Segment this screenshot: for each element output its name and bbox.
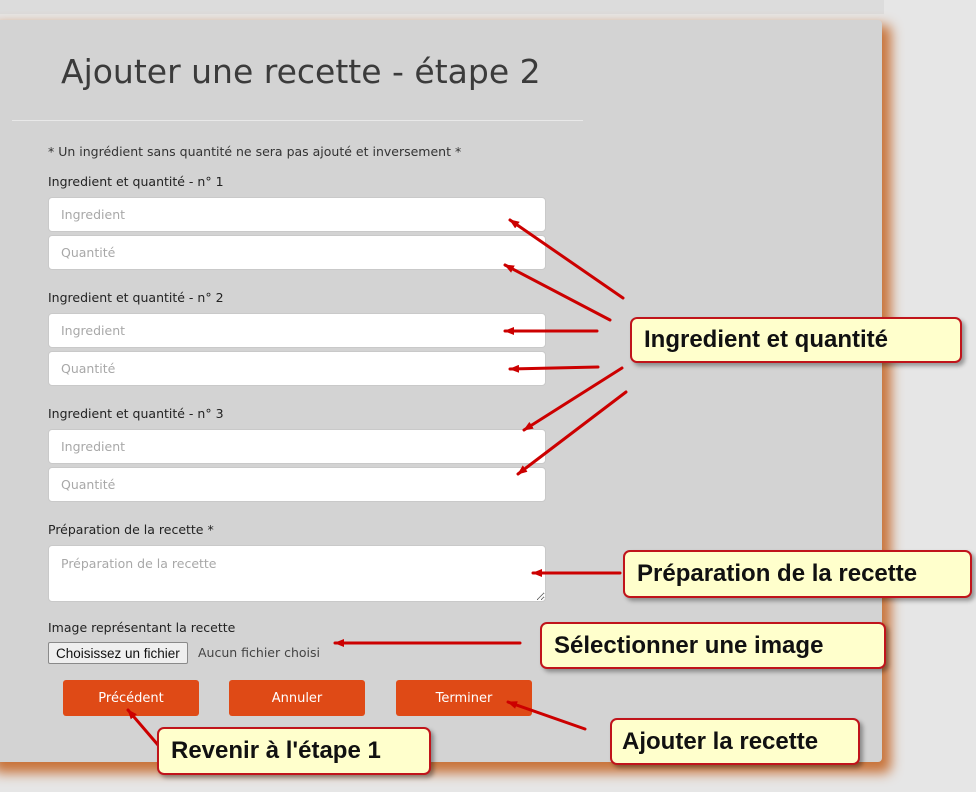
callout-select-image: Sélectionner une image (540, 622, 886, 669)
arrow-to-ingredient-3 (522, 366, 624, 432)
annotation-arrows (126, 218, 628, 747)
callout-add-recipe: Ajouter la recette (610, 718, 860, 765)
callout-previous-step: Revenir à l'étape 1 (157, 727, 431, 775)
callout-ingredients: Ingredient et quantité (630, 317, 962, 363)
arrow-to-ingredient-1 (508, 218, 625, 300)
arrow-to-finish (506, 700, 587, 731)
arrow-to-quantity-3 (516, 390, 628, 476)
arrow-to-quantity-1 (503, 263, 612, 322)
arrow-to-quantity-2 (508, 364, 600, 373)
arrow-to-previous (126, 708, 160, 747)
callout-preparation: Préparation de la recette (623, 550, 972, 598)
